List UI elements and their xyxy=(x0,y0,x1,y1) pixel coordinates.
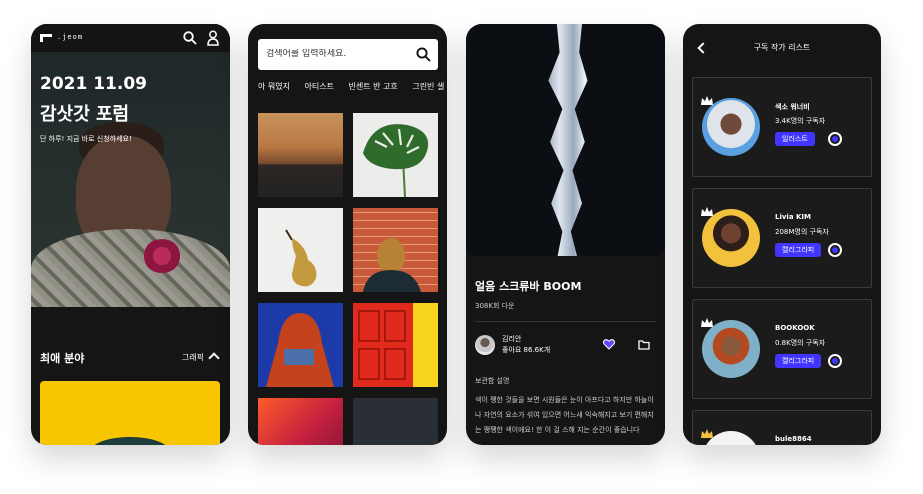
gallery-tile-brick-wall[interactable] xyxy=(353,208,438,292)
phone-artwork-detail: 얼음 스크류바 BOOM 308K회 다운 김리안 좋아요 86.6K개 보관함… xyxy=(466,24,665,445)
avatar xyxy=(702,98,760,156)
artist-name: bule8864 xyxy=(775,435,812,443)
search-input[interactable] xyxy=(266,49,406,59)
artwork-title: 얼음 스크류바 BOOM xyxy=(475,280,582,293)
avatar xyxy=(702,209,760,267)
search-icon[interactable] xyxy=(183,31,197,45)
gallery-tile-monstera[interactable] xyxy=(353,113,438,197)
crown-icon xyxy=(701,318,713,327)
section-filter[interactable]: 그래픽 xyxy=(182,352,204,363)
top-bar: .jeom xyxy=(31,24,230,52)
logo-text[interactable]: .jeom xyxy=(57,33,83,41)
tag-chip[interactable]: 아티스트 xyxy=(305,82,334,91)
artwork-image[interactable] xyxy=(466,24,665,256)
artist-card[interactable]: BOOKOOK 0.8K명의 구독자 캘리그라피 xyxy=(692,299,872,399)
radio-icon[interactable] xyxy=(828,354,842,368)
phone-home: .jeom 2021 11.09 감삿갓 포럼 단 하루! 지금 바로 신청하세… xyxy=(31,24,230,445)
artist-subscribers: 3.4K명의 구독자 xyxy=(775,117,826,125)
artist-subscribers: 0.8K명의 구독자 xyxy=(775,339,826,347)
chevron-up-icon[interactable] xyxy=(208,352,220,364)
crown-icon xyxy=(701,429,713,438)
gallery-tile-red-lockers[interactable] xyxy=(353,303,438,387)
artist-card[interactable]: Livia KIM 208M명의 구독자 캘리그라피 xyxy=(692,188,872,288)
gallery-tile-red-abstract[interactable] xyxy=(258,398,343,445)
description-text: 색이 쨍한 것들을 보면 시원들은 눈이 아프다고 하지만 하늘이나 자연의 요… xyxy=(475,396,654,434)
artist-card[interactable]: bule8864 xyxy=(692,410,872,445)
search-bar[interactable] xyxy=(258,39,438,70)
artist-name: Livia KIM xyxy=(775,213,811,221)
gallery-tile-pear[interactable] xyxy=(258,208,343,292)
page-title: 구독 작가 리스트 xyxy=(753,43,811,52)
artist-name: BOOKOOK xyxy=(775,324,815,332)
phone-subscribed-artists: 구독 작가 리스트 색소 워너비 3.4K명의 구독자 일러스트 Livia K… xyxy=(683,24,881,445)
artwork-downloads: 308K회 다운 xyxy=(475,302,515,310)
hero-subtitle: 단 하루! 지금 바로 신청하세요! xyxy=(40,135,132,143)
user-icon[interactable] xyxy=(207,30,219,46)
search-icon[interactable] xyxy=(416,47,431,62)
hero-date: 2021 11.09 xyxy=(40,74,148,94)
divider xyxy=(475,321,656,322)
tag-chip[interactable]: 그린빈 샐 xyxy=(412,82,444,91)
logo-icon[interactable] xyxy=(40,34,52,42)
gallery-tile-mountains[interactable] xyxy=(258,113,343,197)
gallery-tile-dark[interactable] xyxy=(353,398,438,445)
avatar xyxy=(702,320,760,378)
category-card[interactable] xyxy=(40,381,220,445)
tag-chip[interactable]: 빈센트 반 고흐 xyxy=(349,82,398,91)
folder-icon[interactable] xyxy=(638,340,650,350)
radio-icon[interactable] xyxy=(828,132,842,146)
tag-chip[interactable]: 아 뭐였지 xyxy=(258,82,290,91)
section-title: 최애 분야 xyxy=(40,352,85,365)
radio-icon[interactable] xyxy=(828,243,842,257)
hero-banner[interactable] xyxy=(31,24,230,307)
category-card-image xyxy=(90,437,170,445)
avatar[interactable] xyxy=(475,335,495,355)
search-tags: 아 뭐였지 아티스트 빈센트 반 고흐 그린빈 샐 xyxy=(258,81,447,92)
heart-icon[interactable] xyxy=(603,339,615,350)
category-button[interactable]: 일러스트 xyxy=(775,132,815,146)
phone-search: 아 뭐였지 아티스트 빈센트 반 고흐 그린빈 샐 xyxy=(248,24,447,445)
category-button[interactable]: 캘리그라피 xyxy=(775,354,822,368)
hero-title: 감삿갓 포럼 xyxy=(40,104,130,125)
artist-subscribers: 208M명의 구독자 xyxy=(775,228,829,236)
artist-likes: 좋아요 86.6K개 xyxy=(502,346,551,354)
description-label: 보관함 설명 xyxy=(475,377,510,385)
artist-card[interactable]: 색소 워너비 3.4K명의 구독자 일러스트 xyxy=(692,77,872,177)
crown-icon xyxy=(701,207,713,216)
crown-icon xyxy=(701,96,713,105)
gallery-tile-orange-cloak[interactable] xyxy=(258,303,343,387)
hero-overlay xyxy=(31,24,230,307)
category-button[interactable]: 캘리그라피 xyxy=(775,243,822,257)
artwork-ice xyxy=(548,24,588,256)
artist-name[interactable]: 김리안 xyxy=(502,334,521,344)
artist-name: 색소 워너비 xyxy=(775,103,810,111)
